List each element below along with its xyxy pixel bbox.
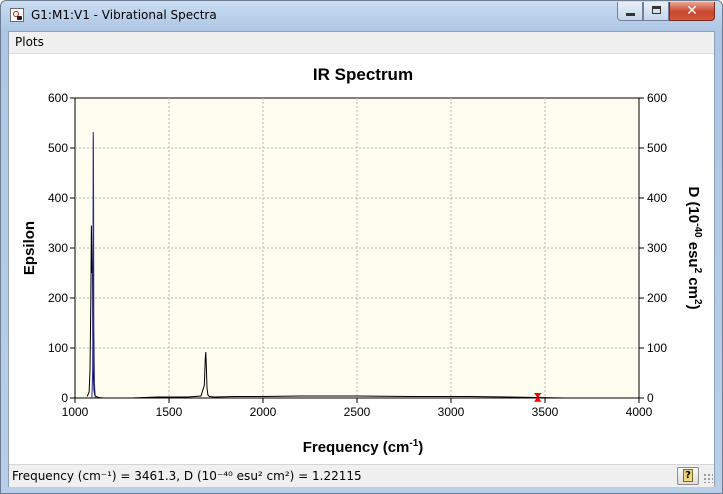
chart-title: IR Spectrum — [313, 65, 413, 84]
x-tick-label: 2500 — [344, 405, 371, 419]
y-tick-label: 0 — [61, 391, 68, 405]
close-icon: ✕ — [686, 3, 698, 19]
status-bar: Frequency (cm⁻¹) = 3461.3, D (10⁻⁴⁰ esu²… — [9, 464, 714, 487]
status-text: Frequency (cm⁻¹) = 3461.3, D (10⁻⁴⁰ esu²… — [12, 469, 362, 483]
maximize-button[interactable] — [643, 2, 669, 21]
y-tick-label: 400 — [48, 191, 68, 205]
x-tick-label: 1000 — [62, 405, 89, 419]
y-tick-label: 600 — [48, 91, 68, 105]
x-tick-label: 1500 — [156, 405, 183, 419]
ir-spectrum-chart[interactable]: 1000 1500 2000 2500 3000 3500 4000 0 100 200 300 40… — [9, 54, 714, 464]
maximize-icon — [652, 6, 661, 14]
y2-label-part-2: esu — [685, 238, 702, 268]
minimize-icon — [626, 13, 635, 16]
y2-label-part-1: -40 — [692, 223, 703, 238]
y-tick-label: 200 — [48, 291, 68, 305]
y-tick-label: 500 — [48, 141, 68, 155]
minimize-button[interactable] — [617, 2, 643, 21]
help-button[interactable]: ? — [677, 467, 699, 485]
x-tick-label: 3000 — [438, 405, 465, 419]
help-icon: ? — [683, 469, 693, 482]
chart-svg: 1000 1500 2000 2500 3000 3500 4000010020030040… — [21, 65, 703, 456]
window: G1:M1:V1 - Vibrational Spectra ✕ Plots 1… — [0, 0, 723, 494]
y2-tick-label: 600 — [647, 91, 667, 105]
y2-label-part-6: ) — [685, 305, 702, 310]
y-tick-label: 100 — [48, 341, 68, 355]
y2-tick-label: 0 — [647, 391, 654, 405]
x-axis-label: Frequency (cm-1) — [303, 438, 424, 456]
y-tick-label: 300 — [48, 241, 68, 255]
y-axis-label: Epsilon — [21, 221, 38, 275]
y2-tick-label: 400 — [647, 191, 667, 205]
x-axis-label-close: ) — [418, 439, 423, 456]
window-title: G1:M1:V1 - Vibrational Spectra — [31, 8, 217, 22]
y2-tick-label: 100 — [647, 341, 667, 355]
menu-bar: Plots — [9, 32, 714, 54]
x-tick-label: 3500 — [532, 405, 559, 419]
x-axis-label-main: Frequency (cm — [303, 439, 410, 456]
client-area: Plots 1000 1500 2000 2500 3000 3500 4000 0 100 20… — [8, 31, 715, 487]
app-icon[interactable] — [10, 8, 24, 22]
title-bar[interactable]: G1:M1:V1 - Vibrational Spectra ✕ — [1, 1, 722, 31]
y2-tick-label: 500 — [647, 141, 667, 155]
y2-axis-label: D (10-40 esu2 cm2) — [685, 186, 703, 309]
resize-grip-icon[interactable] — [703, 473, 713, 483]
y2-tick-label: 200 — [647, 291, 667, 305]
close-button[interactable]: ✕ — [669, 2, 715, 21]
x-tick-label: 4000 — [626, 405, 653, 419]
y2-tick-label: 300 — [647, 241, 667, 255]
y2-label-part-4: cm — [685, 273, 702, 299]
menu-plots[interactable]: Plots — [13, 35, 46, 49]
y2-label-part-0: D (10 — [685, 186, 702, 223]
x-tick-label: 2000 — [250, 405, 277, 419]
